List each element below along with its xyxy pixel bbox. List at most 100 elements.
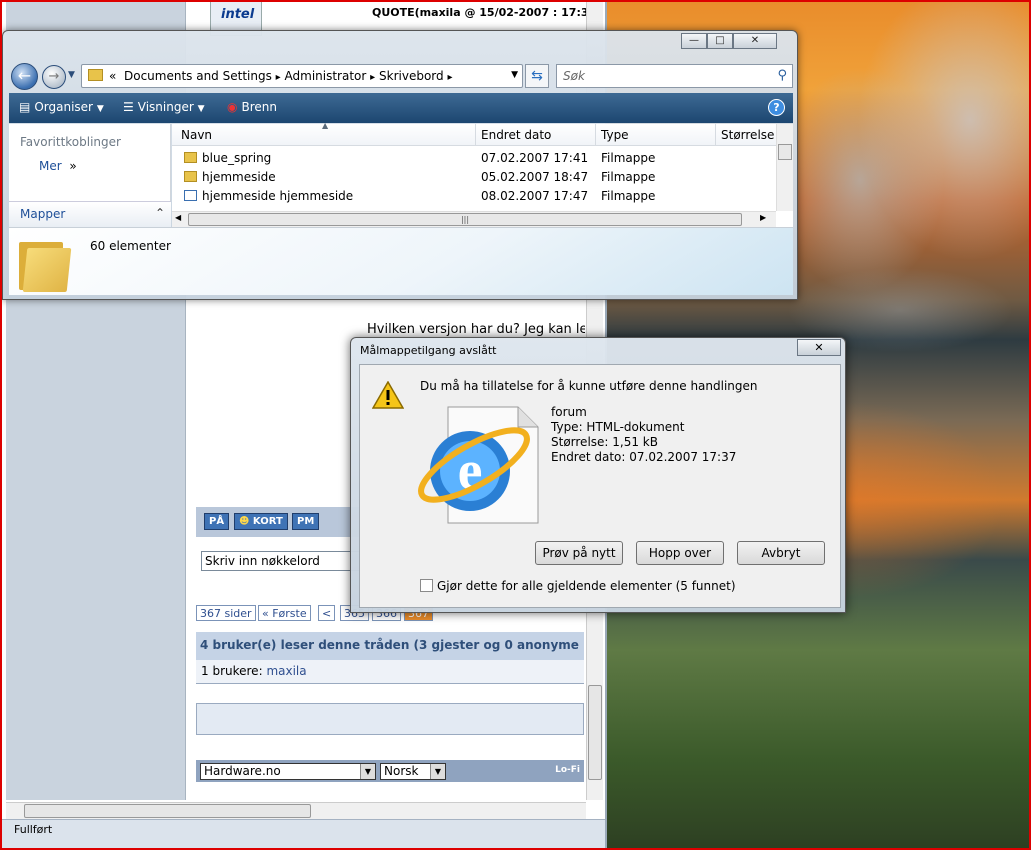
kort-button[interactable]: ☻ KORT [234, 513, 288, 530]
language-select[interactable]: Norsk ▼ [380, 763, 446, 780]
folder-icon [184, 171, 197, 182]
chevron-down-icon[interactable]: ▼ [511, 70, 518, 80]
file-name: blue_spring [202, 151, 272, 165]
close-button[interactable]: ✕ [733, 33, 777, 49]
scroll-left-icon[interactable]: ◀ [175, 213, 181, 222]
scrollbar-thumb[interactable]: ||| [188, 213, 742, 226]
internet-explorer-document-icon: e [418, 406, 539, 524]
warning-icon [372, 381, 404, 409]
file-list-horizontal-scrollbar[interactable]: ◀ ||| ▶ [172, 211, 776, 227]
forum-select[interactable]: Hardware.no ▼ [200, 763, 376, 780]
back-button[interactable]: ← [11, 63, 38, 90]
recent-pages-dropdown[interactable]: ▼ [68, 70, 75, 80]
dialog-message: Du må ha tillatelse for å kunne utføre d… [420, 379, 758, 393]
first-page-link[interactable]: « Første [258, 605, 311, 621]
chevron-down-icon: ▼ [360, 764, 375, 779]
scrollbar-thumb[interactable] [24, 804, 311, 818]
user-link-maxila[interactable]: maxila [266, 664, 306, 678]
language-select-value: Norsk [384, 764, 419, 778]
file-name: hjemmeside [202, 170, 276, 184]
more-label: Mer [39, 159, 62, 173]
breadcrumb-documents-and-settings[interactable]: Documents and Settings [124, 69, 272, 83]
burn-button[interactable]: ◉ Brenn [227, 100, 277, 114]
arrow-right-icon: → [48, 69, 60, 84]
folders-toggle[interactable]: Mapper ⌃ [9, 201, 171, 227]
column-header-date[interactable]: Endret dato [481, 128, 551, 146]
column-header-size[interactable]: Størrelse [721, 128, 774, 146]
dialog-title: Målmappetilgang avslått [360, 344, 497, 357]
scrollbar-thumb[interactable] [778, 144, 792, 160]
address-overflow[interactable]: « [109, 69, 116, 83]
chevron-down-icon: ▼ [96, 104, 104, 114]
dialog-close-button[interactable]: ✕ [797, 339, 841, 356]
file-info-type: Type: HTML-dokument [551, 420, 685, 434]
skip-button[interactable]: Hopp over [636, 541, 724, 565]
minimize-button[interactable]: — [681, 33, 707, 49]
search-placeholder: Søk [563, 69, 585, 83]
forum-post-text: Hvilken versjon har du? Jeg kan legge [367, 322, 585, 337]
column-header-name[interactable]: Navn [181, 128, 212, 146]
window-controls: — □ ✕ [681, 33, 777, 49]
scrollbar-thumb[interactable] [588, 685, 602, 780]
help-button[interactable]: ? [768, 99, 785, 116]
keyword-search-input[interactable]: Skriv inn nøkkelord [201, 551, 361, 571]
active-users: 1 brukere: maxila [196, 660, 584, 684]
file-row[interactable]: hjemmeside hjemmeside 08.02.2007 17:47 F… [172, 187, 776, 206]
navigation-pane: Favorittkoblinger Mer » Mapper ⌃ [9, 124, 171, 227]
file-row[interactable]: hjemmeside 05.02.2007 18:47 Filmappe [172, 168, 776, 187]
file-date: 08.02.2007 17:47 [481, 189, 589, 203]
command-toolbar: ▤ Organiser ▼ ☰ Visninger ▼ ◉ Brenn ? [9, 93, 793, 123]
apply-to-all-checkbox[interactable]: Gjør dette for alle gjeldende elementer … [420, 579, 736, 593]
maximize-button[interactable]: □ [707, 33, 733, 49]
chevron-right-icon[interactable]: ▸ [276, 72, 281, 83]
organise-icon: ▤ [19, 100, 31, 114]
breadcrumb-administrator[interactable]: Administrator [285, 69, 367, 83]
organise-menu[interactable]: ▤ Organiser ▼ [19, 100, 104, 114]
file-list: Navn ▲ Endret dato Type Størrelse blue_s… [172, 121, 793, 227]
file-list-vertical-scrollbar[interactable] [776, 124, 793, 211]
search-input[interactable]: Søk ⚲ [556, 64, 793, 88]
file-row[interactable]: blue_spring 07.02.2007 17:41 Filmappe [172, 149, 776, 168]
views-icon: ☰ [123, 100, 134, 114]
prev-page-link[interactable]: < [318, 605, 336, 621]
browser-horizontal-scrollbar[interactable] [6, 802, 586, 819]
folders-label: Mapper [20, 207, 66, 221]
column-header-type[interactable]: Type [601, 128, 629, 146]
refresh-button[interactable]: ⇆ [525, 64, 549, 88]
html-folder-icon [184, 190, 197, 201]
pa-label: PÅ [209, 516, 225, 527]
file-name: hjemmeside hjemmeside [202, 189, 354, 203]
apply-to-all-label: Gjør dette for alle gjeldende elementer … [437, 579, 736, 593]
pm-button[interactable]: PM [292, 513, 320, 530]
page-count: 367 sider [196, 605, 256, 621]
breadcrumb-skrivebord[interactable]: Skrivebord [379, 69, 444, 83]
forward-button[interactable]: → [42, 65, 66, 89]
chevron-right-icon[interactable]: ▸ [447, 72, 452, 83]
quote-header: QUOTE(maxila @ 15/02-2007 : 17:35) [372, 6, 602, 19]
lofi-link[interactable]: Lo-Fi [555, 765, 580, 775]
cancel-button[interactable]: Avbryt [737, 541, 825, 565]
more-link[interactable]: Mer » [39, 159, 77, 173]
forum-footer: Hardware.no ▼ Norsk ▼ Lo-Fi [196, 760, 584, 782]
burn-disc-icon: ◉ [227, 100, 238, 114]
chevron-right-icon[interactable]: ▸ [370, 72, 375, 83]
scroll-right-icon[interactable]: ▶ [760, 213, 766, 222]
navigation-bar: ← → ▼ « Documents and Settings ▸ Adminis… [9, 61, 793, 91]
address-bar[interactable]: « Documents and Settings ▸ Administrator… [81, 64, 523, 88]
retry-button[interactable]: Prøv på nytt [535, 541, 623, 565]
favorite-links-heading: Favorittkoblinger [20, 135, 121, 149]
file-date: 05.02.2007 18:47 [481, 170, 589, 184]
file-type: Filmappe [601, 170, 656, 184]
chevron-down-icon: ▼ [430, 764, 445, 779]
item-count: 60 elementer [90, 239, 171, 253]
search-icon[interactable]: ⚲ [777, 68, 787, 83]
pa-button[interactable]: PÅ [204, 513, 230, 530]
views-label: Visninger [137, 100, 194, 114]
status-bar: Fullført [0, 819, 605, 850]
folder-large-icon [19, 236, 72, 292]
forum-select-value: Hardware.no [204, 764, 281, 778]
views-menu[interactable]: ☰ Visninger ▼ [123, 100, 205, 114]
file-info-date: Endret dato: 07.02.2007 17:37 [551, 450, 737, 464]
checkbox-box[interactable] [420, 579, 433, 592]
users-label: 1 brukere: [201, 664, 263, 678]
